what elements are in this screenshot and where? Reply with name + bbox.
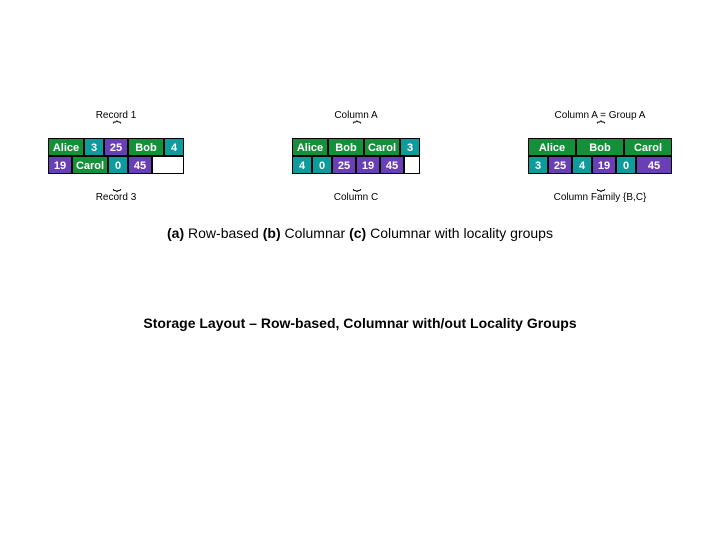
cell: 19 (48, 156, 72, 174)
cell: 25 (332, 156, 356, 174)
cell: 45 (128, 156, 152, 174)
cell: 19 (592, 156, 616, 174)
cell: Alice (292, 138, 328, 156)
columnC-label: ⏟ Column C (334, 176, 378, 202)
record3-text: Record 3 (96, 192, 137, 203)
main-caption: Storage Layout – Row-based, Columnar wit… (0, 315, 720, 331)
cell: 0 (616, 156, 636, 174)
cell: 4 (292, 156, 312, 174)
columnC-text: Column C (334, 192, 378, 203)
cell-empty (404, 156, 420, 174)
tag-b: (b) (263, 225, 281, 241)
cell: Carol (72, 156, 108, 174)
cell: 4 (164, 138, 184, 156)
columnar-grid: Alice Bob Carol 3 4 0 25 19 45 (292, 138, 420, 174)
cell: Bob (128, 138, 164, 156)
cell: 4 (572, 156, 592, 174)
cell: 19 (356, 156, 380, 174)
cell: 3 (528, 156, 548, 174)
record3-label: ⏟ Record 3 (96, 176, 137, 202)
cell: Bob (328, 138, 364, 156)
txt-b: Columnar (281, 225, 349, 241)
panel-locality: Column A = Group A ⏞ Alice Bob Carol 3 2… (528, 110, 672, 203)
cell: 25 (104, 138, 128, 156)
tag-c: (c) (349, 225, 366, 241)
brace-icon: ⏟ (554, 176, 647, 191)
brace-icon: ⏞ (96, 121, 137, 136)
cell: 3 (84, 138, 104, 156)
brace-icon: ⏞ (334, 121, 377, 136)
cell: 25 (548, 156, 572, 174)
cell: Carol (364, 138, 400, 156)
tag-a: (a) (167, 225, 184, 241)
txt-a: Row-based (184, 225, 263, 241)
cell: 3 (400, 138, 420, 156)
cell: 0 (312, 156, 332, 174)
txt-c: Columnar with locality groups (366, 225, 553, 241)
record1-label: Record 1 ⏞ (96, 110, 137, 136)
subcaption: (a) Row-based (b) Columnar (c) Columnar … (0, 225, 720, 241)
familyBC-text: Column Family {B,C} (554, 192, 647, 203)
panels-row: Record 1 ⏞ Alice 3 25 Bob 4 19 Carol 0 4… (48, 110, 672, 203)
locality-grid: Alice Bob Carol 3 25 4 19 0 45 (528, 138, 672, 174)
rowbased-grid: Alice 3 25 Bob 4 19 Carol 0 45 (48, 138, 184, 174)
cell: 0 (108, 156, 128, 174)
columnA-label: Column A ⏞ (334, 110, 377, 136)
brace-icon: ⏞ (555, 121, 646, 136)
cell: Carol (624, 138, 672, 156)
cell: 45 (636, 156, 672, 174)
familyBC-label: ⏟ Column Family {B,C} (554, 176, 647, 202)
panel-row-based: Record 1 ⏞ Alice 3 25 Bob 4 19 Carol 0 4… (48, 110, 184, 203)
cell: 45 (380, 156, 404, 174)
cell: Alice (528, 138, 576, 156)
brace-icon: ⏟ (334, 176, 378, 191)
brace-icon: ⏟ (96, 176, 137, 191)
groupA-label: Column A = Group A ⏞ (555, 110, 646, 136)
cell: Alice (48, 138, 84, 156)
panel-columnar: Column A ⏞ Alice Bob Carol 3 4 0 25 19 4… (292, 110, 420, 203)
cell: Bob (576, 138, 624, 156)
cell-empty (152, 156, 184, 174)
